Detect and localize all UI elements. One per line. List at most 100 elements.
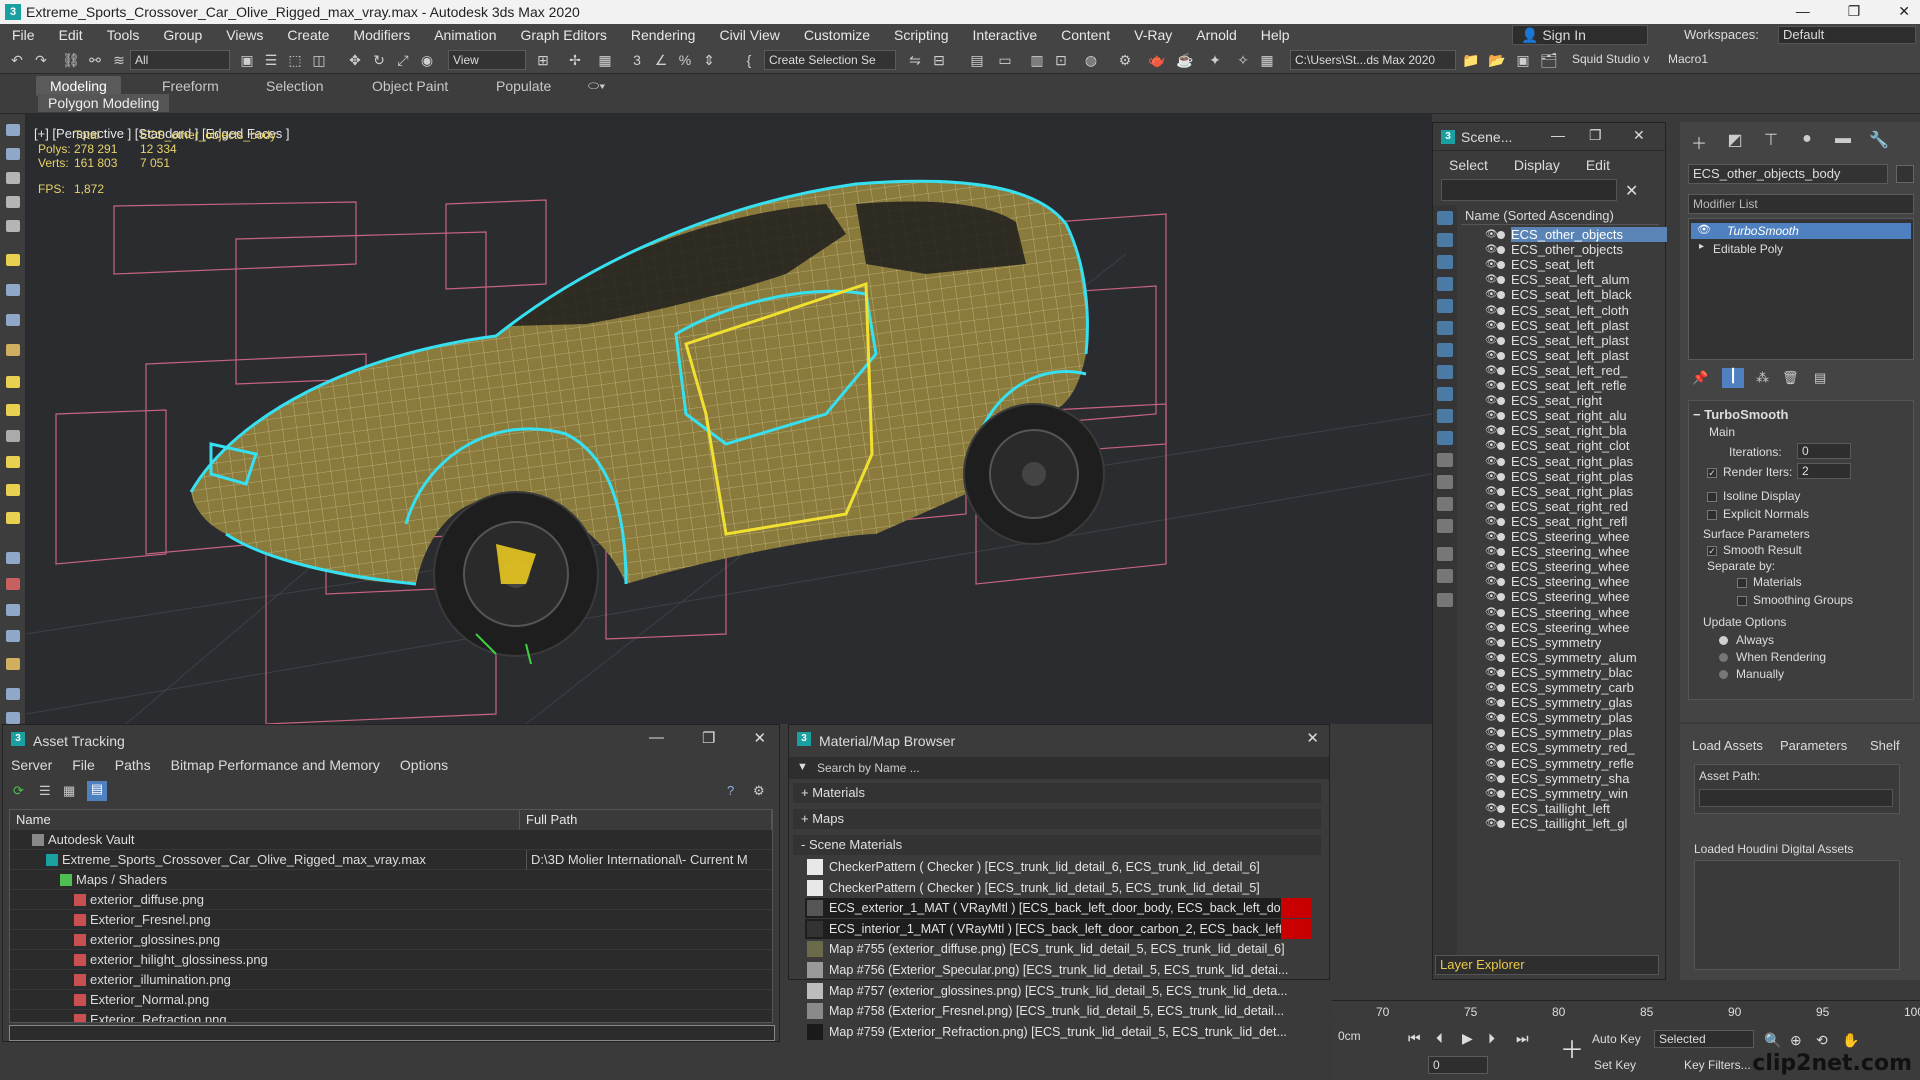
- update-always-row[interactable]: Always: [1719, 633, 1774, 647]
- filter-xrefs-icon[interactable]: [1437, 365, 1453, 379]
- ribbon-tab-freeform[interactable]: Freeform: [148, 76, 233, 96]
- menu-help[interactable]: Help: [1249, 24, 1302, 46]
- create-tab-icon[interactable]: ＋: [1688, 130, 1710, 153]
- make-unique-icon[interactable]: ⁂: [1756, 370, 1769, 386]
- render-dot-icon[interactable]: [1497, 472, 1505, 481]
- scene-list-item[interactable]: ECS_symmetry_refle: [1511, 756, 1667, 771]
- scene-list-item[interactable]: ECS_symmetry_alum: [1511, 650, 1667, 665]
- render-dot-icon[interactable]: [1497, 744, 1505, 753]
- snap-3d-icon[interactable]: 3: [628, 51, 646, 69]
- visibility-eye-icon[interactable]: 👁: [1485, 576, 1498, 587]
- scene-list-item[interactable]: ECS_steering_whee: [1511, 620, 1667, 635]
- filter-groups-icon[interactable]: [1437, 343, 1453, 357]
- update-manually-row[interactable]: Manually: [1719, 667, 1784, 681]
- scene-list-item[interactable]: ECS_symmetry_sha: [1511, 771, 1667, 786]
- render-dot-icon[interactable]: [1497, 804, 1505, 813]
- scene-list-item[interactable]: ECS_symmetry_red_: [1511, 740, 1667, 755]
- bind-space-warp-icon[interactable]: ≋: [110, 51, 128, 69]
- scene-menu-display[interactable]: Display: [1514, 157, 1560, 173]
- asset-row[interactable]: Exterior_Fresnel.png: [10, 910, 772, 930]
- render-production-icon[interactable]: ✦: [1206, 51, 1224, 69]
- scene-list-item[interactable]: ECS_symmetry_plas: [1511, 710, 1667, 725]
- scene-list-item[interactable]: ECS_seat_left_plast: [1511, 318, 1667, 333]
- mirror-icon[interactable]: ⇋: [906, 51, 924, 69]
- window-crossing-icon[interactable]: ◫: [310, 51, 328, 69]
- snap-tool-icon[interactable]: [6, 552, 20, 564]
- scene-list-item[interactable]: ECS_seat_right: [1511, 393, 1667, 408]
- update-always-radio[interactable]: [1719, 636, 1728, 646]
- scene-list-item[interactable]: ECS_symmetry_plas: [1511, 725, 1667, 740]
- visibility-eye-icon[interactable]: 👁: [1485, 607, 1498, 618]
- isoline-row[interactable]: Isoline Display: [1707, 489, 1800, 503]
- layer-explorer-select[interactable]: Layer Explorer: [1435, 955, 1659, 975]
- scene-list-item[interactable]: ECS_seat_left_plast: [1511, 348, 1667, 363]
- scene-list-item[interactable]: ECS_symmetry_win: [1511, 786, 1667, 801]
- filter-shapes-icon[interactable]: [1437, 233, 1453, 247]
- render-dot-icon[interactable]: [1497, 699, 1505, 708]
- bone-tool-icon[interactable]: [6, 578, 20, 590]
- visibility-eye-icon[interactable]: 👁: [1485, 380, 1498, 391]
- visibility-eye-icon[interactable]: 👁: [1485, 501, 1498, 512]
- render-iters-spinner[interactable]: 2: [1797, 463, 1851, 479]
- menu-group[interactable]: Group: [151, 24, 214, 46]
- visibility-eye-icon[interactable]: 👁: [1485, 305, 1498, 316]
- maximize-icon[interactable]: ❐: [702, 729, 715, 747]
- material-row[interactable]: ECS_interior_1_MAT ( VRayMtl ) [ECS_back…: [805, 918, 1311, 939]
- visibility-eye-icon[interactable]: 👁: [1485, 456, 1498, 467]
- update-rendering-radio[interactable]: [1719, 653, 1728, 663]
- menu-edit[interactable]: Edit: [47, 24, 95, 46]
- render-dot-icon[interactable]: [1497, 246, 1505, 255]
- render-iterative-icon[interactable]: ▦: [1258, 51, 1276, 69]
- pin-stack-icon[interactable]: 📌: [1692, 370, 1708, 386]
- visibility-eye-icon[interactable]: 👁: [1485, 274, 1498, 285]
- render-iters-checkbox[interactable]: ✓: [1707, 467, 1717, 478]
- materials-row[interactable]: Materials: [1737, 575, 1802, 589]
- render-iters-row[interactable]: ✓ Render Iters:: [1707, 465, 1792, 479]
- render-dot-icon[interactable]: [1497, 502, 1505, 511]
- prev-frame-icon[interactable]: ⏴: [1436, 1030, 1443, 1047]
- hierarchy-tab-icon[interactable]: ⊤: [1760, 130, 1782, 152]
- filter-spacewarps-icon[interactable]: [1437, 321, 1453, 335]
- key-filters-button[interactable]: Key Filters...: [1684, 1058, 1751, 1072]
- cylinder-tool-icon[interactable]: [6, 404, 20, 416]
- clear-search-icon[interactable]: ✕: [1625, 181, 1638, 201]
- reference-coord-select[interactable]: View: [448, 50, 526, 70]
- render-dot-icon[interactable]: [1497, 819, 1505, 828]
- explicit-normals-row[interactable]: Explicit Normals: [1707, 507, 1809, 521]
- scene-list-item[interactable]: ECS_seat_left_red_: [1511, 363, 1667, 378]
- select-object-icon[interactable]: ▣: [238, 51, 256, 69]
- materials-checkbox[interactable]: [1737, 577, 1747, 588]
- menu-create[interactable]: Create: [275, 24, 341, 46]
- menu-animation[interactable]: Animation: [422, 24, 508, 46]
- place-icon[interactable]: ◉: [418, 51, 436, 69]
- rotate-icon[interactable]: ↻: [370, 51, 388, 69]
- filter-frozen-icon[interactable]: [1437, 431, 1453, 445]
- eye-icon[interactable]: 👁: [1697, 223, 1711, 236]
- table-view-icon[interactable]: ▤: [87, 781, 107, 801]
- material-row[interactable]: CheckerPattern ( Checker ) [ECS_trunk_li…: [805, 857, 1311, 877]
- find-icon[interactable]: [1437, 547, 1453, 561]
- key-mode-select[interactable]: Selected: [1654, 1030, 1754, 1048]
- scene-menu-edit[interactable]: Edit: [1586, 157, 1610, 173]
- time-ruler[interactable]: 70 75 80 85 90 95 100: [1332, 1000, 1920, 1022]
- filter-lights-icon[interactable]: [1437, 255, 1453, 269]
- at-col-path[interactable]: Full Path: [520, 810, 772, 830]
- menu-civil-view[interactable]: Civil View: [707, 24, 791, 46]
- filter-geometry-icon[interactable]: [1437, 211, 1453, 225]
- selection-filter-select[interactable]: All: [130, 50, 230, 70]
- render-dot-icon[interactable]: [1497, 487, 1505, 496]
- flow-tool-icon[interactable]: [6, 314, 20, 326]
- project-path-select[interactable]: C:\Users\St...ds Max 2020: [1290, 50, 1456, 70]
- ribbon-toggle-icon[interactable]: ▭: [996, 51, 1014, 69]
- render-dot-icon[interactable]: [1497, 789, 1505, 798]
- visibility-eye-icon[interactable]: 👁: [1485, 773, 1498, 784]
- menu-vray[interactable]: V-Ray: [1122, 24, 1184, 46]
- visibility-eye-icon[interactable]: 👁: [1485, 365, 1498, 376]
- render-dot-icon[interactable]: [1497, 759, 1505, 768]
- named-selection-select[interactable]: Create Selection Se: [764, 50, 896, 70]
- select-tool-icon[interactable]: [6, 124, 20, 136]
- render-dot-icon[interactable]: [1497, 593, 1505, 602]
- close-icon[interactable]: ✕: [753, 729, 766, 747]
- paint-select-icon[interactable]: [6, 172, 20, 184]
- material-editor-icon[interactable]: ◍: [1082, 51, 1100, 69]
